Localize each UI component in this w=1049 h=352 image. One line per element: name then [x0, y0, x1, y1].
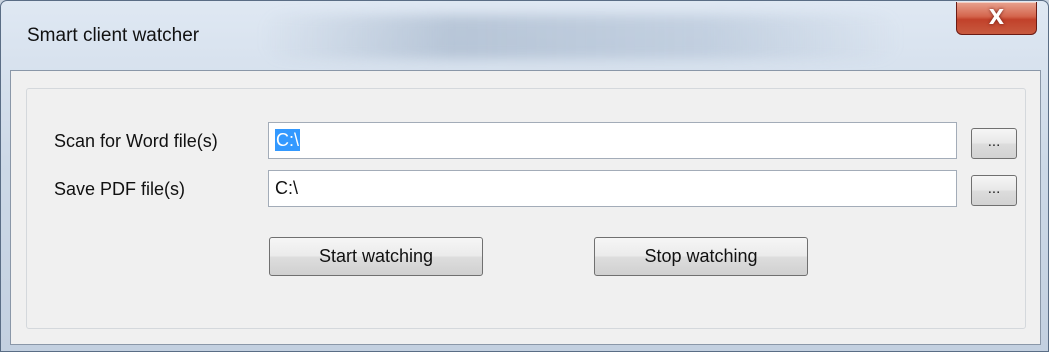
- window-title: Smart client watcher: [27, 25, 200, 46]
- close-icon: X: [988, 5, 1005, 29]
- form-panel: Scan for Word file(s) C:\ ... Save PDF f…: [26, 88, 1026, 329]
- stop-watching-button[interactable]: Stop watching: [594, 237, 808, 276]
- scan-folder-value: C:\: [275, 129, 301, 151]
- background-blur: [261, 15, 901, 59]
- title-bar[interactable]: Smart client watcher X: [1, 1, 1048, 71]
- close-button[interactable]: X: [956, 2, 1037, 35]
- start-watching-button[interactable]: Start watching: [269, 237, 483, 276]
- save-folder-input[interactable]: C:\: [268, 170, 957, 207]
- save-folder-value: C:\: [275, 178, 299, 198]
- scan-folder-label: Scan for Word file(s): [54, 131, 218, 151]
- save-folder-browse-button[interactable]: ...: [971, 175, 1017, 206]
- scan-folder-input[interactable]: C:\: [268, 122, 957, 159]
- dialog-client-area: Scan for Word file(s) C:\ ... Save PDF f…: [10, 70, 1041, 345]
- scan-folder-browse-button[interactable]: ...: [971, 128, 1017, 159]
- save-folder-label: Save PDF file(s): [54, 179, 186, 199]
- app-window: Smart client watcher X Scan for Word fil…: [0, 0, 1049, 352]
